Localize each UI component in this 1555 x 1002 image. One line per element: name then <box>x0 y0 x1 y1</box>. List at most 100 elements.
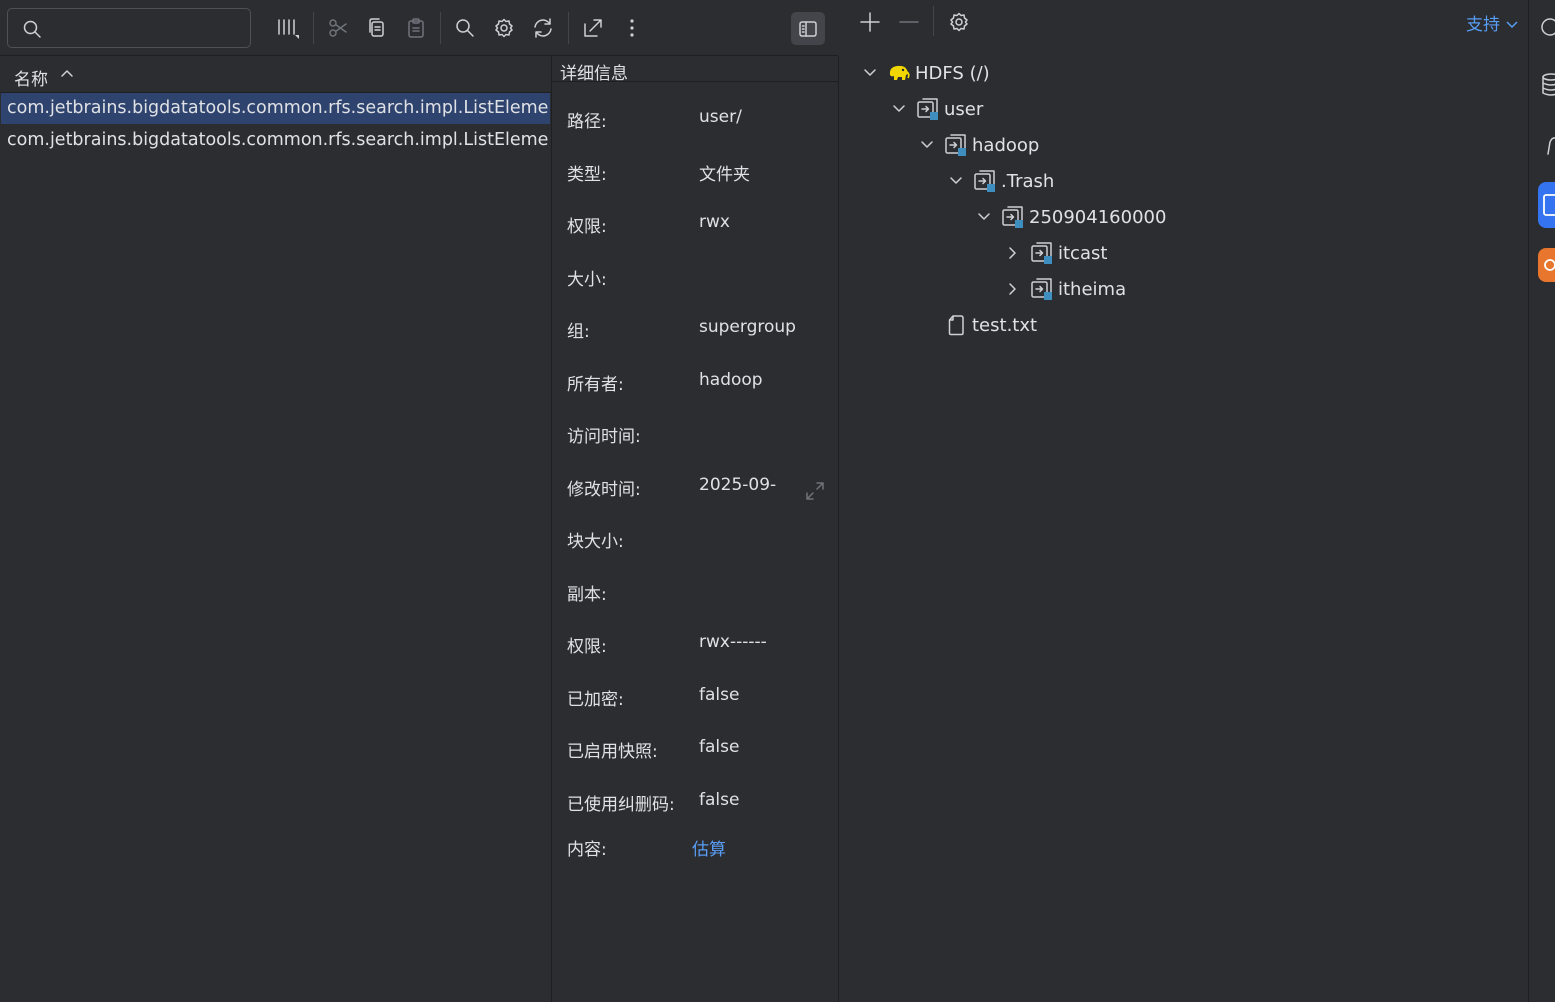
detail-value: false <box>699 790 740 810</box>
regex-icon[interactable] <box>1539 132 1555 156</box>
detail-value: user/ <box>699 107 742 127</box>
plugin-icon[interactable] <box>1538 248 1555 282</box>
settings-icon <box>493 17 515 39</box>
estimate-link[interactable]: 估算 <box>692 835 726 860</box>
support-label: 支持 <box>1466 15 1500 35</box>
detail-row-access-time: 访问时间: <box>567 422 837 452</box>
open-external-icon <box>582 17 604 39</box>
tree-node-label: 250904160000 <box>1029 206 1167 228</box>
tree-node-folder[interactable]: hadoop <box>916 128 1039 162</box>
hdfs-folder-icon <box>1001 205 1025 229</box>
chevron-down-icon[interactable] <box>888 98 910 120</box>
detail-label: 已使用纠删码: <box>567 795 675 815</box>
detail-label: 类型: <box>567 165 607 185</box>
support-dropdown[interactable]: 支持 <box>1466 10 1519 35</box>
right-tool-strip <box>1528 0 1555 1002</box>
hdfs-folder-icon <box>1030 241 1054 265</box>
tree-settings-button[interactable] <box>945 8 973 36</box>
details-panel-toggle-icon <box>798 19 818 39</box>
detail-row-content: 内容: 估算 <box>567 835 837 865</box>
detail-label: 修改时间: <box>567 480 641 500</box>
tree-node-folder[interactable]: 250904160000 <box>973 200 1166 234</box>
refresh-icon <box>531 16 555 40</box>
hdfs-tree-panel: 支持 HDFS (/) user hadoop .Trash 250904160… <box>839 0 1528 1002</box>
chevron-down-icon[interactable] <box>916 134 938 156</box>
detail-label: 块大小: <box>567 532 624 552</box>
remove-button[interactable] <box>895 8 923 36</box>
chevron-right-icon[interactable] <box>1002 278 1024 300</box>
detail-row-block-size: 块大小: <box>567 527 837 557</box>
more-button[interactable] <box>619 15 645 41</box>
big-data-tools-icon[interactable] <box>1538 182 1555 228</box>
settings-button[interactable] <box>491 15 517 41</box>
notifications-icon[interactable] <box>1539 16 1555 38</box>
search-icon <box>22 19 42 39</box>
tree-node-hdfs-root[interactable]: HDFS (/) <box>859 56 990 90</box>
detail-value: 文件夹 <box>699 165 750 185</box>
detail-label: 已加密: <box>567 690 624 710</box>
detail-row-group: 组: supergroup <box>567 317 837 347</box>
settings-icon <box>948 11 970 33</box>
detail-value: false <box>699 685 740 705</box>
tree-node-label: .Trash <box>1001 170 1055 192</box>
detail-label: 内容: <box>567 840 607 860</box>
tree-node-folder[interactable]: itheima <box>1002 272 1126 306</box>
details-panel: 详细信息 路径: user/ 类型: 文件夹 权限: rwx 大小: 组: superg… <box>552 56 839 1002</box>
detail-row-permission: 权限: rwx <box>567 212 837 242</box>
detail-label: 访问时间: <box>567 427 641 447</box>
chevron-down-icon[interactable] <box>945 170 967 192</box>
detail-label: 所有者: <box>567 375 624 395</box>
detail-value: false <box>699 737 740 757</box>
chevron-down-icon[interactable] <box>859 62 881 84</box>
detail-value: supergroup <box>699 317 796 337</box>
add-icon <box>859 11 881 33</box>
chevron-down-icon[interactable] <box>973 206 995 228</box>
search-field[interactable] <box>7 8 251 48</box>
detail-row-replication: 副本: <box>567 580 837 610</box>
detail-label: 副本: <box>567 585 607 605</box>
columns-icon <box>274 15 300 41</box>
tree-node-label: test.txt <box>972 314 1038 336</box>
copy-button[interactable] <box>364 15 390 41</box>
paste-icon <box>405 17 427 39</box>
database-icon[interactable] <box>1539 72 1555 98</box>
name-column-label: 名称 <box>14 70 48 90</box>
file-row[interactable]: com.jetbrains.bigdatatools.common.rfs.se… <box>1 125 550 156</box>
detail-label: 权限: <box>567 637 607 657</box>
detail-row-size: 大小: <box>567 265 837 295</box>
main-toolbar <box>0 0 838 56</box>
find-button[interactable] <box>452 15 478 41</box>
tree-node-folder[interactable]: itcast <box>1002 236 1107 270</box>
detail-row-snapshot: 已启用快照: false <box>567 737 837 767</box>
tree-node-folder[interactable]: .Trash <box>945 164 1054 198</box>
open-external-button[interactable] <box>580 15 606 41</box>
text-file-icon <box>944 313 968 337</box>
details-panel-toggle-button[interactable] <box>791 12 825 45</box>
tree-node-label: itheima <box>1058 278 1127 300</box>
file-row[interactable]: com.jetbrains.bigdatatools.common.rfs.se… <box>1 93 550 124</box>
columns-button[interactable] <box>274 15 300 41</box>
detail-row-modified-time: 修改时间: 2025-09- <box>567 475 837 505</box>
search-input[interactable] <box>52 15 246 43</box>
detail-value: rwx------ <box>699 632 767 652</box>
tree-node-folder[interactable]: user <box>888 92 983 126</box>
paste-button[interactable] <box>403 15 429 41</box>
expand-icon[interactable] <box>803 479 827 503</box>
detail-value: hadoop <box>699 370 763 390</box>
hdfs-elephant-icon <box>887 61 911 85</box>
hdfs-folder-icon <box>944 133 968 157</box>
add-button[interactable] <box>856 8 884 36</box>
cut-button[interactable] <box>325 15 351 41</box>
tree-node-file[interactable]: test.txt <box>916 308 1037 342</box>
file-list-panel: 名称 com.jetbrains.bigdatatools.common.rfs… <box>0 0 552 1002</box>
sort-ascending-icon <box>60 68 74 78</box>
more-icon <box>621 17 643 39</box>
chevron-right-icon[interactable] <box>1002 242 1024 264</box>
detail-row-type: 类型: 文件夹 <box>567 160 837 190</box>
copy-icon <box>366 17 388 39</box>
detail-row-path: 路径: user/ <box>567 107 837 137</box>
refresh-button[interactable] <box>530 15 556 41</box>
name-column-header[interactable]: 名称 <box>0 56 551 93</box>
chevron-down-icon <box>1505 20 1519 30</box>
hdfs-folder-icon <box>1030 277 1054 301</box>
